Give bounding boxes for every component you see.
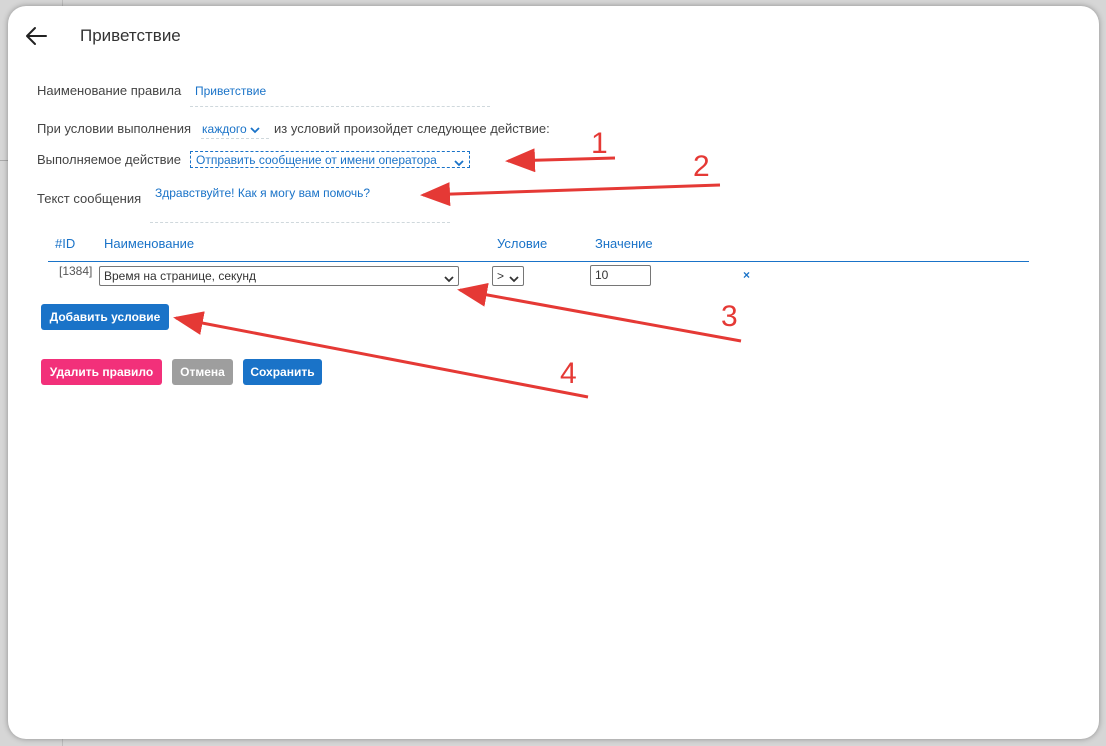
condition-value-input[interactable]: 10 bbox=[590, 265, 651, 286]
rule-name-underline bbox=[190, 106, 490, 107]
message-underline bbox=[150, 222, 450, 223]
annotation-arrow-2 bbox=[420, 182, 721, 207]
rule-editor-dialog: Приветствие Наименование правила Приветс… bbox=[8, 6, 1099, 739]
remove-condition-icon[interactable]: × bbox=[743, 268, 750, 282]
column-header-id: #ID bbox=[55, 236, 76, 251]
condition-name-value: Время на странице, секунд bbox=[104, 269, 257, 283]
condition-mode-value: каждого bbox=[202, 122, 247, 136]
action-select-value: Отправить сообщение от имени оператора bbox=[196, 153, 437, 167]
chevron-down-icon bbox=[250, 123, 260, 137]
condition-suffix-label: из условий произойдет следующее действие… bbox=[274, 121, 550, 136]
row-id: [1384] bbox=[59, 264, 93, 278]
save-button[interactable]: Сохранить bbox=[243, 359, 322, 385]
action-label: Выполняемое действие bbox=[37, 152, 181, 167]
annotation-arrow-3 bbox=[457, 283, 742, 343]
back-arrow-icon[interactable] bbox=[22, 22, 50, 50]
condition-name-select[interactable]: Время на странице, секунд bbox=[99, 266, 459, 286]
annotation-number-2: 2 bbox=[693, 150, 710, 183]
annotation-arrow-4 bbox=[173, 311, 589, 399]
column-header-condition: Условие bbox=[497, 236, 548, 251]
column-header-name: Наименование bbox=[104, 236, 195, 251]
chevron-down-icon bbox=[444, 272, 454, 286]
chevron-down-icon bbox=[509, 272, 519, 286]
condition-mode-select[interactable]: каждого bbox=[200, 122, 262, 137]
message-label: Текст сообщения bbox=[37, 191, 142, 206]
message-text-input[interactable]: Здравствуйте! Как я могу вам помочь? bbox=[155, 186, 370, 200]
add-condition-button[interactable]: Добавить условие bbox=[41, 304, 169, 330]
cancel-button[interactable]: Отмена bbox=[172, 359, 233, 385]
condition-operator-select[interactable]: > bbox=[492, 266, 524, 286]
annotation-number-1: 1 bbox=[591, 127, 608, 160]
rule-name-input[interactable]: Приветствие bbox=[195, 84, 266, 98]
annotation-number-4: 4 bbox=[560, 357, 577, 390]
rule-name-label: Наименование правила bbox=[37, 83, 182, 98]
page-title: Приветствие bbox=[80, 26, 181, 45]
condition-prefix-label: При условии выполнения bbox=[37, 121, 192, 136]
annotation-arrow-1 bbox=[505, 148, 616, 173]
annotation-number-3: 3 bbox=[721, 300, 738, 333]
column-header-value: Значение bbox=[595, 236, 653, 251]
table-header-divider bbox=[48, 261, 1029, 262]
condition-operator-value: > bbox=[497, 269, 505, 283]
delete-rule-button[interactable]: Удалить правило bbox=[41, 359, 162, 385]
condition-mode-underline bbox=[201, 138, 269, 139]
chevron-down-icon bbox=[454, 156, 464, 170]
action-select[interactable]: Отправить сообщение от имени оператора bbox=[190, 151, 470, 168]
